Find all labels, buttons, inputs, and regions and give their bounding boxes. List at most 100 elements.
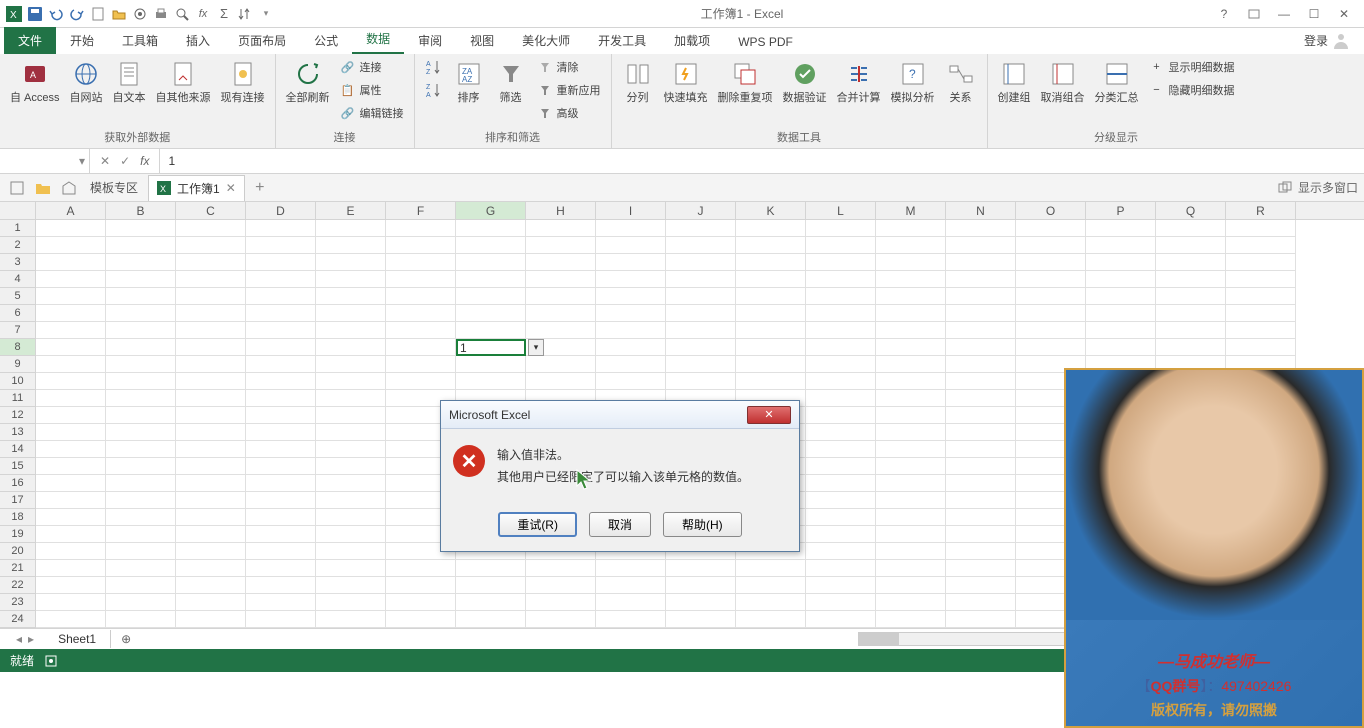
cell[interactable]	[1086, 339, 1156, 356]
cell[interactable]	[246, 373, 316, 390]
cell[interactable]	[106, 424, 176, 441]
cell[interactable]	[806, 305, 876, 322]
cell[interactable]	[946, 356, 1016, 373]
text-to-columns-button[interactable]: 分列	[618, 56, 658, 107]
column-header[interactable]: G	[456, 202, 526, 219]
filter-button[interactable]: 筛选	[491, 56, 531, 107]
cell[interactable]	[246, 390, 316, 407]
cell[interactable]	[1226, 322, 1296, 339]
cell[interactable]	[176, 322, 246, 339]
cell[interactable]	[526, 577, 596, 594]
cell[interactable]	[736, 237, 806, 254]
whatif-button[interactable]: ?模拟分析	[887, 56, 939, 107]
cell[interactable]	[176, 611, 246, 628]
from-web-button[interactable]: 自网站	[66, 56, 107, 107]
cell[interactable]	[176, 526, 246, 543]
cell[interactable]	[666, 577, 736, 594]
cell[interactable]	[106, 254, 176, 271]
cell[interactable]	[1086, 220, 1156, 237]
cell[interactable]	[106, 611, 176, 628]
cell[interactable]	[386, 560, 456, 577]
chevron-down-icon[interactable]: ▾	[79, 154, 85, 168]
cell[interactable]	[106, 339, 176, 356]
row-header[interactable]: 14	[0, 441, 36, 458]
cell[interactable]	[316, 271, 386, 288]
sum-icon[interactable]: Σ	[214, 4, 234, 24]
row-header[interactable]: 18	[0, 509, 36, 526]
help-icon[interactable]: ?	[1214, 4, 1234, 24]
cell[interactable]	[316, 594, 386, 611]
cell[interactable]	[1156, 254, 1226, 271]
cell[interactable]	[666, 611, 736, 628]
cell[interactable]	[1226, 254, 1296, 271]
cell[interactable]	[876, 560, 946, 577]
open-icon[interactable]	[109, 4, 129, 24]
cell[interactable]	[36, 543, 106, 560]
preview-icon[interactable]	[172, 4, 192, 24]
name-box[interactable]: ▾	[0, 149, 90, 173]
cell[interactable]	[596, 560, 666, 577]
cell[interactable]	[736, 594, 806, 611]
cell[interactable]	[876, 509, 946, 526]
show-multi-window-button[interactable]: 显示多窗口	[1298, 179, 1358, 196]
row-header[interactable]: 4	[0, 271, 36, 288]
row-header[interactable]: 1	[0, 220, 36, 237]
cell[interactable]	[876, 271, 946, 288]
cell[interactable]	[386, 237, 456, 254]
group-button[interactable]: 创建组	[994, 56, 1035, 107]
tab-dev[interactable]: 开发工具	[584, 27, 660, 54]
cell[interactable]	[1226, 339, 1296, 356]
cell[interactable]	[876, 254, 946, 271]
cell[interactable]	[36, 254, 106, 271]
column-header[interactable]: O	[1016, 202, 1086, 219]
row-header[interactable]: 15	[0, 458, 36, 475]
cell[interactable]	[806, 254, 876, 271]
row-header[interactable]: 17	[0, 492, 36, 509]
validation-dropdown-icon[interactable]: ▾	[528, 339, 544, 356]
sort-za-button[interactable]: ZA	[421, 79, 447, 101]
cell[interactable]	[876, 220, 946, 237]
cell[interactable]	[176, 237, 246, 254]
active-workbook-tab[interactable]: X 工作簿1 ✕	[148, 175, 245, 201]
dialog-title-bar[interactable]: Microsoft Excel ✕	[441, 401, 799, 429]
cell[interactable]	[36, 339, 106, 356]
edit-links-button[interactable]: 🔗编辑链接	[336, 102, 408, 124]
cell[interactable]	[176, 271, 246, 288]
qat-more-icon[interactable]: ▾	[256, 4, 276, 24]
redo-icon[interactable]	[67, 4, 87, 24]
cell[interactable]	[246, 407, 316, 424]
cell[interactable]	[386, 339, 456, 356]
cell[interactable]	[386, 305, 456, 322]
cell[interactable]	[36, 288, 106, 305]
cell[interactable]	[176, 577, 246, 594]
cell[interactable]	[246, 305, 316, 322]
cell[interactable]	[946, 492, 1016, 509]
cell[interactable]	[596, 271, 666, 288]
cell[interactable]	[876, 458, 946, 475]
cell[interactable]	[666, 339, 736, 356]
cell[interactable]	[666, 288, 736, 305]
cell[interactable]	[316, 560, 386, 577]
cell[interactable]	[946, 407, 1016, 424]
cell[interactable]	[596, 594, 666, 611]
cancel-button[interactable]: 取消	[589, 512, 651, 537]
cell[interactable]	[666, 322, 736, 339]
sort-button[interactable]: ZAAZ排序	[449, 56, 489, 107]
cell[interactable]	[316, 475, 386, 492]
cell[interactable]	[246, 237, 316, 254]
cell[interactable]	[1016, 237, 1086, 254]
cell[interactable]	[946, 526, 1016, 543]
cell[interactable]	[36, 271, 106, 288]
cell[interactable]	[106, 288, 176, 305]
cell[interactable]	[666, 373, 736, 390]
cell[interactable]	[946, 288, 1016, 305]
cell[interactable]	[596, 611, 666, 628]
cell[interactable]	[526, 220, 596, 237]
cell[interactable]	[36, 424, 106, 441]
home-icon[interactable]	[6, 177, 28, 199]
from-other-button[interactable]: 自其他来源	[152, 56, 215, 107]
cell[interactable]	[876, 322, 946, 339]
cell[interactable]	[1156, 322, 1226, 339]
reapply-button[interactable]: 重新应用	[533, 79, 605, 101]
tab-start[interactable]: 开始	[56, 27, 108, 54]
